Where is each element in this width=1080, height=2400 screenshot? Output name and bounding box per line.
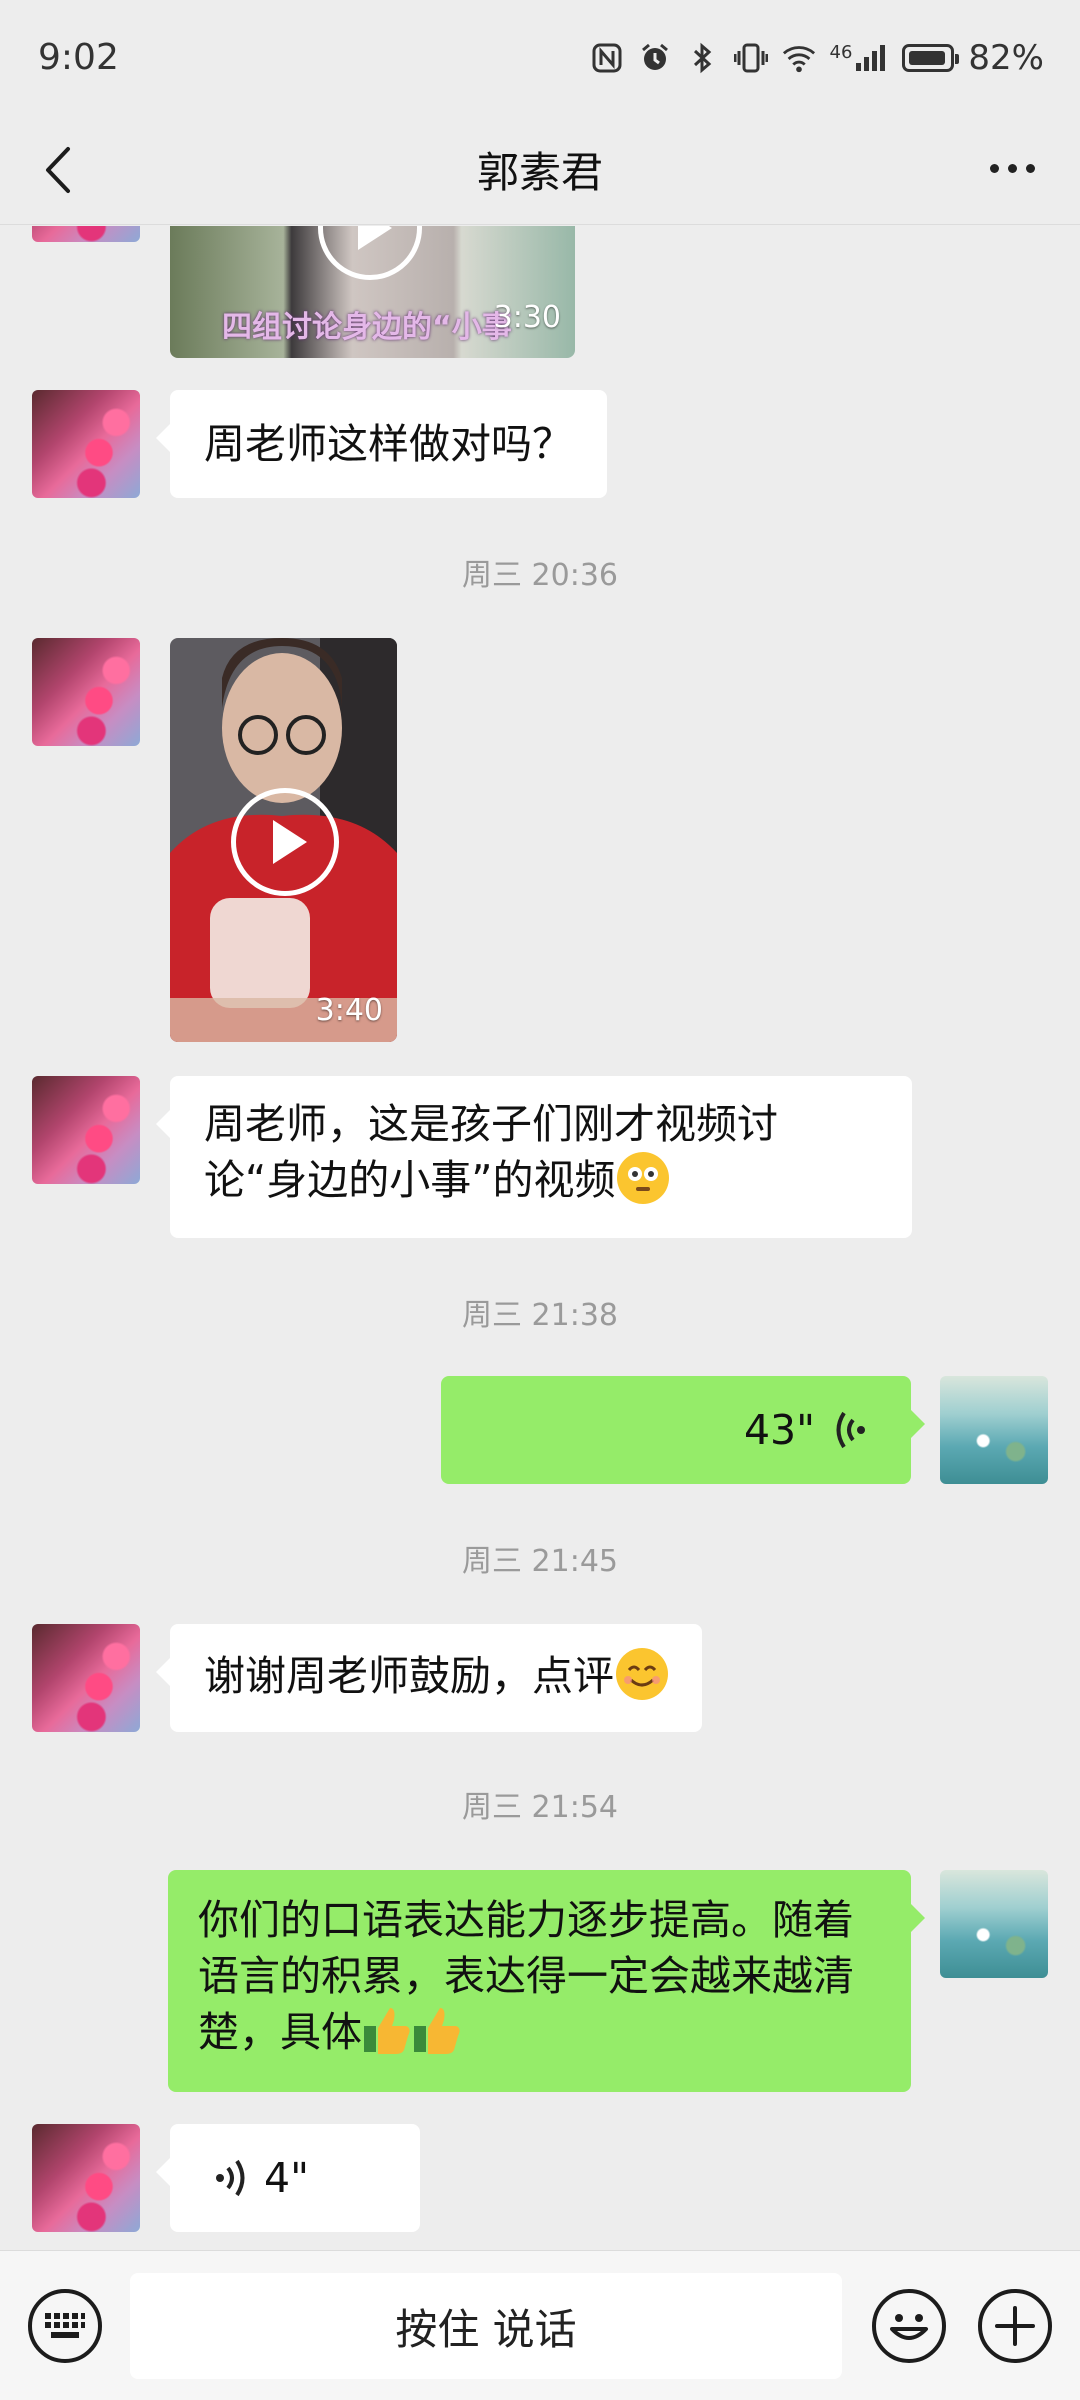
status-icons: 46 82% <box>590 38 1044 78</box>
message-bubble[interactable]: 周老师这样做对吗？ <box>156 390 607 498</box>
thumbs-up-icon <box>412 2004 462 2056</box>
video-duration: 3:30 <box>493 300 561 335</box>
thumbs-up-icon <box>362 2004 412 2056</box>
voice-duration: 43" <box>743 1406 815 1454</box>
more-icon-dot <box>1008 163 1017 173</box>
avatar[interactable] <box>32 2124 140 2232</box>
my-avatar[interactable] <box>940 1376 1048 1484</box>
message-text: 你们的口语表达能力逐步提高。随着语言的积累，表达得一定会越来越清楚，具体 <box>198 1896 854 2056</box>
message-text: 谢谢周老师鼓励，点评 <box>204 1652 614 1700</box>
keyboard-icon <box>45 2313 85 2338</box>
alarm-icon <box>638 41 672 75</box>
voice-duration: 4" <box>264 2154 309 2202</box>
message-text: 周老师这样做对吗？ <box>204 420 573 468</box>
video-message[interactable]: 四组讨论身边的“小事 3:30 <box>170 226 575 358</box>
message-bubble[interactable]: 谢谢周老师鼓励，点评 <box>156 1624 702 1732</box>
voice-message[interactable]: 43" <box>441 1376 925 1484</box>
network-type: 46 <box>829 41 853 63</box>
status-bar: 9:02 46 82% <box>0 0 1080 115</box>
message-bubble[interactable]: 你们的口语表达能力逐步提高。随着语言的积累，表达得一定会越来越清楚，具体 <box>168 1870 925 2092</box>
battery-icon <box>902 43 960 72</box>
play-icon[interactable] <box>231 788 339 896</box>
status-time: 9:02 <box>38 37 119 78</box>
battery-level: 82% <box>968 37 1044 78</box>
avatar[interactable] <box>32 226 140 242</box>
signal-icon <box>854 41 888 75</box>
flushed-emoji-icon <box>617 1152 670 1204</box>
more-icon-dot <box>1026 163 1035 173</box>
avatar[interactable] <box>32 1076 140 1184</box>
vibrate-icon <box>733 41 768 75</box>
timestamp: 周三 20:36 <box>462 558 618 593</box>
avatar[interactable] <box>32 390 140 498</box>
nfc-icon <box>590 41 624 75</box>
timestamp: 周三 21:38 <box>462 1298 618 1333</box>
message-list[interactable]: 四组讨论身边的“小事 3:30 周老师这样做对吗？ 周三 20:36 3:40 … <box>0 226 1080 2250</box>
hold-to-talk-button[interactable]: 按住 说话 <box>130 2273 842 2379</box>
input-bar: 按住 说话 <box>0 2250 1080 2400</box>
video-message[interactable]: 3:40 <box>170 638 397 1042</box>
smile-emoji-icon <box>616 1648 668 1700</box>
timestamp: 周三 21:45 <box>462 1544 618 1579</box>
back-icon <box>46 147 70 193</box>
chat-title: 郭素君 <box>476 148 603 197</box>
video-caption: 四组讨论身边的“小事 <box>222 310 512 345</box>
play-icon[interactable] <box>318 226 422 280</box>
voice-wave-icon <box>836 1411 865 1449</box>
chat-header: 郭素君 <box>0 115 1080 225</box>
wifi-icon <box>782 41 816 75</box>
my-avatar[interactable] <box>940 1870 1048 1978</box>
avatar[interactable] <box>32 1624 140 1732</box>
more-icon <box>990 163 999 173</box>
video-duration: 3:40 <box>315 993 383 1028</box>
back-button[interactable] <box>38 143 82 197</box>
message-text: 周老师，这是孩子们刚才视频讨论“身边的小事”的视频 <box>204 1100 778 1204</box>
timestamp: 周三 21:54 <box>462 1790 618 1825</box>
avatar[interactable] <box>32 638 140 746</box>
more-actions-button[interactable] <box>978 2289 1052 2363</box>
more-button[interactable] <box>990 153 1044 183</box>
keyboard-button[interactable] <box>28 2289 102 2363</box>
voice-wave-icon <box>216 2159 245 2197</box>
voice-message[interactable]: 4" <box>156 2124 420 2232</box>
message-bubble[interactable]: 周老师，这是孩子们刚才视频讨论“身边的小事”的视频 <box>156 1076 912 1238</box>
bluetooth-icon <box>686 41 720 75</box>
emoji-icon <box>890 2314 928 2340</box>
plus-icon <box>995 2306 1035 2346</box>
emoji-button[interactable] <box>872 2289 946 2363</box>
